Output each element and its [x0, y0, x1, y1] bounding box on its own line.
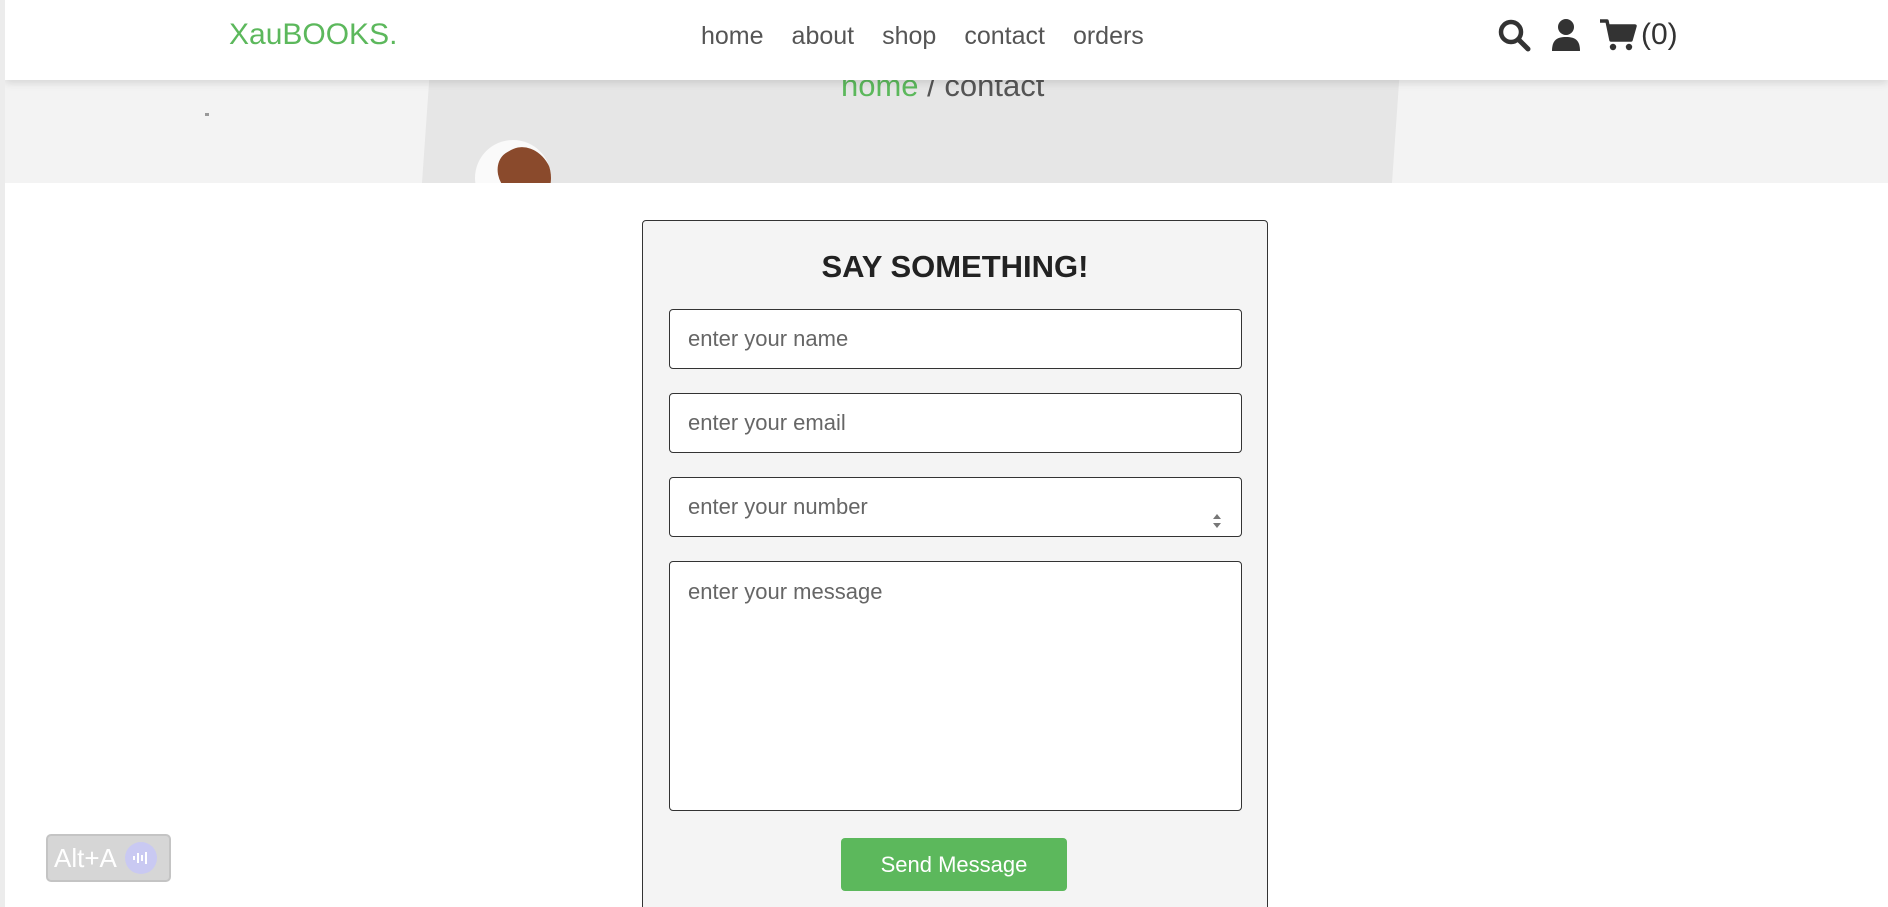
name-input[interactable]: enter your name	[669, 309, 1242, 369]
header: XauBOOKS. home about shop contact orders	[5, 0, 1888, 80]
nav-about[interactable]: about	[792, 20, 855, 52]
number-spinner-icon[interactable]	[1211, 496, 1223, 528]
form-title: SAY SOMETHING!	[821, 249, 1089, 284]
microphone-icon	[124, 842, 157, 874]
search-icon[interactable]	[1495, 16, 1533, 54]
header-icons: (0)	[1495, 16, 1678, 54]
main-nav: home about shop contact orders	[701, 20, 1172, 52]
logo[interactable]: XauBOOKS.	[229, 18, 397, 52]
contact-form: SAY SOMETHING! enter your name enter you…	[642, 220, 1268, 907]
shortcut-label: Alt+A	[54, 842, 117, 873]
nav-home[interactable]: home	[701, 20, 764, 52]
message-textarea[interactable]: enter your message	[669, 561, 1242, 811]
send-message-button[interactable]: Send Message	[841, 838, 1067, 891]
number-input-placeholder: enter your number	[688, 494, 868, 519]
cart-icon[interactable]	[1599, 16, 1637, 54]
window-edge	[0, 0, 5, 907]
nav-shop[interactable]: shop	[882, 20, 936, 52]
accessibility-shortcut-badge[interactable]: Alt+A	[46, 834, 171, 882]
nav-contact[interactable]: contact	[964, 20, 1045, 52]
user-icon[interactable]	[1547, 16, 1585, 54]
email-input[interactable]: enter your email	[669, 393, 1242, 453]
page: XauBOOKS. home about shop contact orders	[0, 0, 1888, 907]
hero-speck	[205, 113, 209, 116]
cart-count[interactable]: (0)	[1641, 16, 1678, 54]
number-input[interactable]: enter your number	[669, 477, 1242, 537]
nav-orders[interactable]: orders	[1073, 20, 1144, 52]
